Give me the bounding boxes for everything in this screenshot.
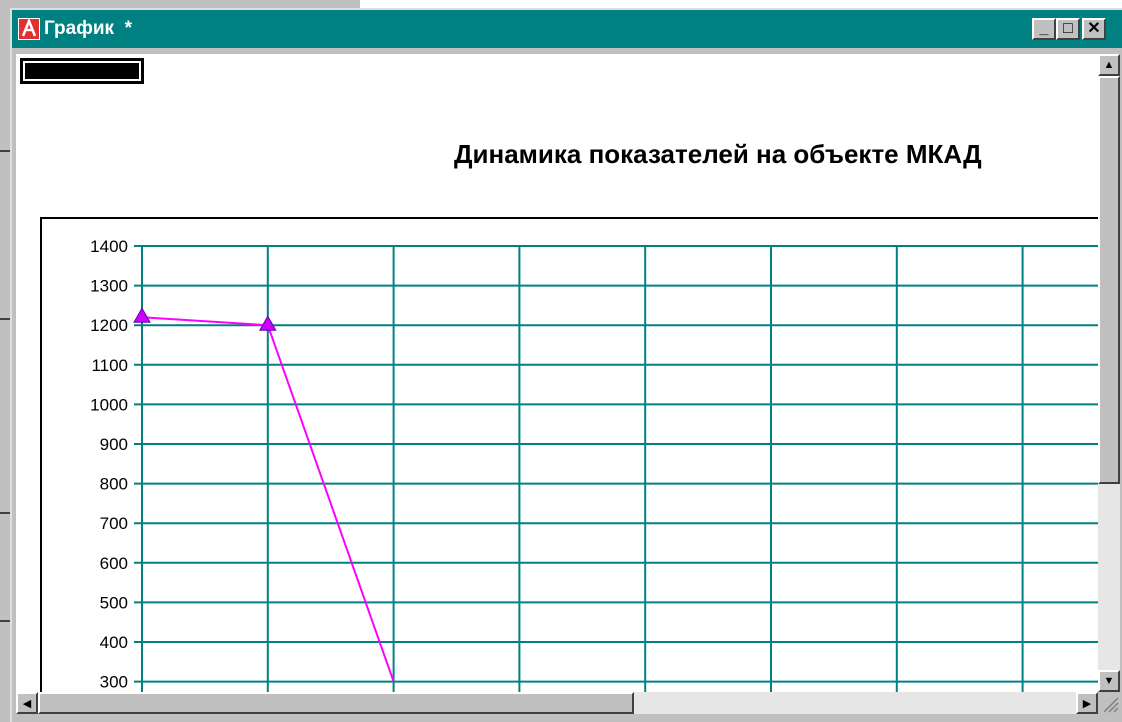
vertical-scrollbar[interactable]: ▲ ▼ xyxy=(1098,54,1120,692)
y-tick-label: 600 xyxy=(100,554,128,573)
arrow-left-icon[interactable]: ◀ xyxy=(16,692,38,714)
y-tick-label: 1400 xyxy=(90,237,128,256)
plot-frame xyxy=(40,217,1098,692)
y-tick-label: 300 xyxy=(100,673,128,692)
y-tick-label: 800 xyxy=(100,475,128,494)
arrow-up-icon[interactable]: ▲ xyxy=(1098,54,1120,76)
y-tick-label: 700 xyxy=(100,514,128,533)
background-desktop xyxy=(360,0,1122,8)
data-point-marker xyxy=(258,315,277,331)
window-title: График * xyxy=(44,18,132,39)
y-tick-label: 1000 xyxy=(90,395,128,414)
data-point-marker xyxy=(133,307,151,323)
y-tick-label: 400 xyxy=(100,633,128,652)
line-chart: 1400 1300 1200 1100 1000 900 800 700 600 500 400 30… xyxy=(40,217,1098,692)
close-button[interactable]: ✕ xyxy=(1082,18,1106,40)
horizontal-scroll-thumb[interactable] xyxy=(38,692,634,714)
close-icon: ✕ xyxy=(1087,20,1101,37)
title-bar[interactable]: График * _ □ ✕ xyxy=(12,10,1122,48)
chart-area: Динамика показателей на объекте МКАД 140… xyxy=(16,54,1098,692)
maximize-icon: □ xyxy=(1063,20,1073,37)
y-tick-label: 1200 xyxy=(90,316,128,335)
y-tick-label: 1100 xyxy=(91,356,128,375)
arrow-right-icon[interactable]: ▶ xyxy=(1076,692,1098,714)
minimize-button[interactable]: _ xyxy=(1032,18,1056,40)
horizontal-scrollbar[interactable]: ◀ ▶ xyxy=(16,692,1098,714)
y-tick-label: 1300 xyxy=(90,277,128,296)
y-tick-label: 500 xyxy=(100,593,128,612)
minimize-icon: _ xyxy=(1039,20,1049,37)
maximize-button[interactable]: □ xyxy=(1056,18,1080,40)
resize-grip-icon[interactable] xyxy=(1098,692,1120,714)
y-tick-label: 900 xyxy=(100,435,128,454)
background-window-edge xyxy=(0,0,362,8)
graph-app-icon[interactable] xyxy=(18,18,40,40)
vertical-scroll-thumb[interactable] xyxy=(1098,76,1120,484)
arrow-down-icon[interactable]: ▼ xyxy=(1098,670,1120,692)
chart-window: График * _ □ ✕ Динамика показателей на о… xyxy=(10,8,1122,722)
